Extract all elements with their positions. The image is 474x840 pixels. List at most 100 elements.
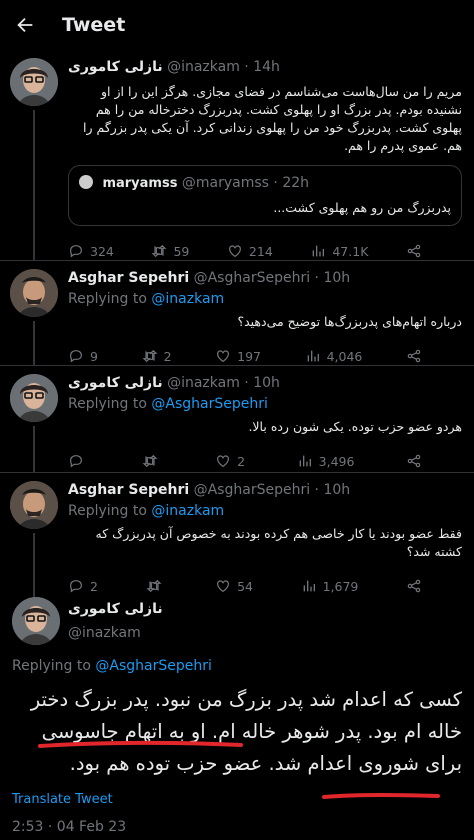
reply-count: 9 (90, 348, 98, 364)
separator-dot: · (314, 270, 319, 286)
replying-to-link[interactable]: @inazkam (151, 503, 224, 519)
quote-time: 22h (282, 175, 310, 191)
quote-author-name: maryamss (102, 176, 178, 191)
quoted-tweet[interactable]: maryamss @maryamss · 22h پدربزرگ من رو ه… (68, 165, 462, 226)
tweet-3[interactable]: نازلی کاموری @inazkam · 10h Replying to … (0, 366, 474, 472)
views-button[interactable]: 47.1K (310, 243, 368, 259)
view-count: 4,046 (326, 348, 363, 364)
share-icon (407, 244, 421, 258)
avatar[interactable] (10, 374, 58, 422)
tweet-time[interactable]: 10h (323, 482, 350, 498)
author-handle[interactable]: @AsgharSepehri (194, 482, 310, 498)
tweet-2[interactable]: Asghar Sepehri @AsgharSepehri · 10h Repl… (0, 261, 474, 365)
views-button[interactable]: 3,496 (297, 453, 354, 469)
views-icon (307, 350, 319, 362)
page-title: Tweet (62, 14, 126, 36)
avatar[interactable] (10, 481, 58, 529)
share-icon (407, 349, 421, 363)
tweet-text: هردو عضو حزب توده. یکی شون رده بالا. (248, 419, 462, 434)
tweet-1[interactable]: نازلی کاموری @inazkam · 14h مریم را من س… (0, 50, 474, 260)
quote-meta: maryamss @maryamss · 22h (79, 174, 451, 193)
tweet-meta: نازلی کاموری @inazkam · 14h (68, 58, 462, 77)
like-button[interactable]: 214 (227, 243, 273, 259)
avatar[interactable] (10, 58, 58, 106)
tweet-time[interactable]: 14h (253, 59, 280, 75)
author-name[interactable]: نازلی کاموری (68, 597, 462, 617)
tweet-time[interactable]: 10h (253, 375, 280, 391)
views-button[interactable]: 1,679 (301, 578, 359, 594)
separator-dot: · (244, 375, 249, 391)
reply-count: 2 (90, 578, 98, 594)
reply-button[interactable]: 324 (68, 243, 114, 259)
focused-tweet-header: نازلی کاموری @inazkam (12, 597, 462, 655)
back-arrow-icon[interactable] (14, 14, 36, 36)
retweet-button[interactable]: 2 (142, 348, 172, 364)
retweet-icon (142, 349, 158, 363)
share-icon (407, 454, 421, 468)
heart-icon (217, 580, 230, 593)
replying-to-prefix: Replying to (68, 291, 147, 307)
reply-button[interactable]: 9 (68, 348, 98, 364)
thread-line (33, 321, 35, 365)
author-handle[interactable]: @inazkam (68, 625, 462, 641)
views-button[interactable]: 4,046 (305, 348, 363, 364)
retweet-icon (142, 454, 158, 468)
view-count: 47.1K (332, 243, 369, 259)
reply-icon (70, 580, 82, 593)
retweet-button[interactable]: 59 (151, 243, 189, 259)
quote-text: پدربزرگ من رو هم پهلوی کشت... (273, 200, 451, 215)
thread-line (33, 110, 35, 260)
thread-line (33, 533, 35, 597)
author-name[interactable]: نازلی کاموری (68, 375, 163, 391)
like-button[interactable]: 197 (215, 348, 261, 364)
retweet-icon (151, 244, 167, 258)
views-icon (303, 580, 315, 592)
replying-to: Replying to @AsgharSepehri (68, 396, 462, 412)
reply-icon (70, 455, 82, 468)
replying-to: Replying to @inazkam (68, 503, 462, 519)
tweet-4[interactable]: Asghar Sepehri @AsgharSepehri · 10h Repl… (0, 473, 474, 597)
like-button[interactable]: 2 (215, 453, 245, 469)
header: Tweet (0, 0, 474, 50)
avatar[interactable] (12, 597, 60, 645)
retweet-icon (146, 579, 161, 593)
share-button[interactable] (406, 348, 422, 364)
heart-icon (217, 350, 230, 363)
author-name[interactable]: Asghar Sepehri (68, 482, 189, 498)
tweet-time[interactable]: 10h (323, 270, 350, 286)
retweet-count: 2 (163, 348, 172, 364)
view-count: 1,679 (322, 578, 359, 594)
share-button[interactable] (406, 578, 422, 594)
red-underline-mark (322, 793, 440, 799)
separator-dot: · (273, 175, 278, 191)
tweet-text: مریم را من سال‌هاست می‌شناسم در فضای مجا… (83, 84, 462, 153)
separator-dot: · (244, 59, 249, 75)
like-count: 54 (237, 578, 254, 594)
avatar[interactable] (10, 269, 58, 317)
replying-to-link[interactable]: @AsgharSepehri (151, 396, 267, 412)
share-button[interactable] (406, 243, 422, 259)
focused-tweet-text: کسی که اعدام شد پدر بزرگ من نبود. پدر بز… (30, 688, 462, 775)
like-button[interactable]: 54 (215, 578, 253, 594)
author-handle[interactable]: @inazkam (167, 59, 240, 75)
like-count: 214 (248, 243, 273, 259)
replying-to-link[interactable]: @AsgharSepehri (95, 658, 211, 674)
share-button[interactable] (406, 453, 422, 469)
tweet-timestamp[interactable]: 2:53 · 04 Feb 23 (12, 819, 462, 835)
author-handle[interactable]: @inazkam (167, 375, 240, 391)
reply-button[interactable] (68, 453, 90, 469)
reply-icon (70, 350, 82, 363)
author-name[interactable]: Asghar Sepehri (68, 270, 189, 286)
author-name[interactable]: نازلی کاموری (68, 59, 163, 75)
tweet-meta: Asghar Sepehri @AsgharSepehri · 10h (68, 481, 462, 500)
reply-button[interactable]: 2 (68, 578, 98, 594)
replying-to-link[interactable]: @inazkam (151, 291, 224, 307)
retweet-button[interactable] (142, 453, 164, 469)
retweet-count: 59 (173, 243, 190, 259)
tweet-text: درباره اتهام‌های پدربزرگ‌ها توضیح می‌دهی… (237, 314, 462, 329)
replying-to-prefix: Replying to (68, 503, 147, 519)
retweet-button[interactable] (146, 578, 168, 594)
reply-count: 324 (90, 243, 114, 259)
author-handle[interactable]: @AsgharSepehri (194, 270, 310, 286)
separator-dot: · (314, 482, 319, 498)
